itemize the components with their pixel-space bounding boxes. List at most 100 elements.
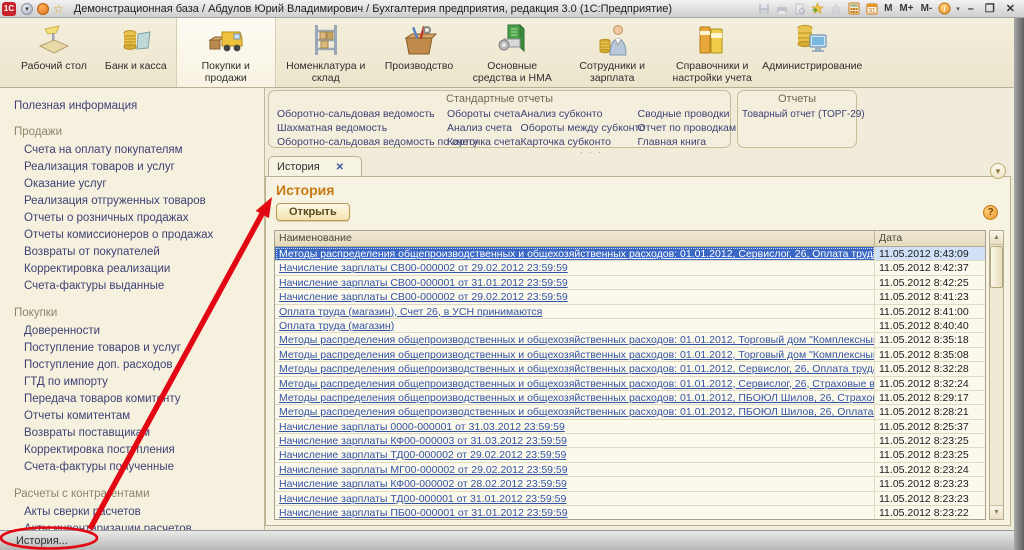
history-item-link[interactable]: Методы распределения общепроизводственны… [275, 405, 875, 418]
history-item-link[interactable]: Начисление зарплаты 0000-000001 от 31.03… [275, 420, 875, 433]
table-row[interactable]: Начисление зарплаты СВ00-000002 от 29.02… [275, 261, 985, 275]
sidebar-item[interactable]: Счета-фактуры полученные [24, 459, 258, 476]
memory-m-minus-button[interactable]: M- [920, 3, 934, 14]
scrollbar-thumb[interactable] [990, 246, 1003, 288]
sidebar-item[interactable]: Оказание услуг [24, 176, 258, 193]
history-item-link[interactable]: Начисление зарплаты СВ00-000001 от 31.01… [275, 276, 875, 289]
close-button[interactable]: ✕ [1003, 2, 1018, 15]
sidebar-item[interactable]: Счета на оплату покупателям [24, 142, 258, 159]
vertical-scrollbar[interactable]: ▲ ▼ [989, 230, 1004, 520]
table-row[interactable]: Начисление зарплаты КФ00-000003 от 31.03… [275, 434, 985, 448]
sidebar-item-useful-info[interactable]: Полезная информация [14, 100, 258, 112]
history-item-link[interactable]: Начисление зарплаты ПБ00-000001 от 31.01… [275, 506, 875, 519]
history-item-link[interactable]: Начисление зарплаты КФ00-000002 от 28.02… [275, 477, 875, 490]
history-item-link[interactable]: Оплата труда (магазин) [275, 319, 875, 332]
service-button[interactable] [37, 3, 49, 15]
history-item-link[interactable]: Начисление зарплаты СВ00-000002 от 29.02… [275, 290, 875, 303]
report-link[interactable]: Обороты между субконто [521, 121, 638, 135]
section-tab-9[interactable]: Администрирование [762, 18, 862, 87]
report-link[interactable]: Товарный отчет (ТОРГ-29) [742, 108, 852, 122]
history-item-link[interactable]: Начисление зарплаты ТД00-000001 от 31.01… [275, 492, 875, 505]
report-link[interactable]: Анализ субконто [521, 107, 638, 121]
section-tab-6[interactable]: Основные средства и НМА [462, 18, 562, 87]
calendar-icon[interactable]: 31 [865, 2, 878, 15]
column-header-date[interactable]: Дата [875, 231, 985, 246]
sidebar-item[interactable]: Поступление товаров и услуг [24, 340, 258, 357]
sidebar-item[interactable]: Передача товаров комитенту [24, 391, 258, 408]
open-button[interactable]: Открыть [276, 203, 350, 221]
table-row[interactable]: Начисление зарплаты СВ00-000001 от 31.01… [275, 276, 985, 290]
sidebar-item[interactable]: Реализация отгруженных товаров [24, 193, 258, 210]
table-row[interactable]: Начисление зарплаты ПБ00-000001 от 31.01… [275, 506, 985, 520]
main-menu-button[interactable]: ▾ [21, 3, 33, 15]
history-item-link[interactable]: Методы распределения общепроизводственны… [275, 391, 875, 404]
report-link[interactable]: Сводные проводки [638, 107, 726, 121]
table-row[interactable]: Методы распределения общепроизводственны… [275, 377, 985, 391]
table-row[interactable]: Начисление зарплаты СВ00-000002 от 29.02… [275, 290, 985, 304]
scroll-up-icon[interactable]: ▲ [990, 231, 1003, 245]
sidebar-item[interactable]: Корректировка реализации [24, 261, 258, 278]
add-favorite-icon[interactable] [811, 2, 824, 15]
sidebar-item[interactable]: Возвраты от покупателей [24, 244, 258, 261]
history-item-link[interactable]: Методы распределения общепроизводственны… [275, 377, 875, 390]
history-item-link[interactable]: Начисление зарплаты СВ00-000002 от 29.02… [275, 261, 875, 274]
scroll-down-icon[interactable]: ▼ [990, 505, 1003, 519]
history-item-link[interactable]: Методы распределения общепроизводственны… [275, 348, 875, 361]
section-tab-2[interactable]: Банк и касса [96, 18, 176, 87]
section-tab-4[interactable]: Номенклатура и склад [276, 18, 376, 87]
sidebar-item[interactable]: Доверенности [24, 323, 258, 340]
sidebar-item[interactable]: Счета-фактуры выданные [24, 278, 258, 295]
table-row[interactable]: Начисление зарплаты 0000-000001 от 31.03… [275, 420, 985, 434]
table-row[interactable]: Методы распределения общепроизводственны… [275, 391, 985, 405]
sidebar-item[interactable]: Акты инвентаризации расчетов [24, 521, 258, 530]
sidebar-item[interactable]: ГТД по импорту [24, 374, 258, 391]
table-row[interactable]: Начисление зарплаты ТД00-000002 от 29.02… [275, 448, 985, 462]
report-link[interactable]: Карточка счета [447, 135, 521, 149]
column-header-name[interactable]: Наименование [275, 231, 875, 246]
history-item-link[interactable]: Методы распределения общепроизводственны… [275, 333, 875, 346]
minimize-button[interactable]: – [965, 3, 977, 15]
memory-m-button[interactable]: M [883, 3, 893, 14]
table-row[interactable]: Методы распределения общепроизводственны… [275, 247, 985, 261]
table-row[interactable]: Оплата труда (магазин)11.05.2012 8:40:40 [275, 319, 985, 333]
table-row[interactable]: Методы распределения общепроизводственны… [275, 348, 985, 362]
history-item-link[interactable]: Начисление зарплаты КФ00-000003 от 31.03… [275, 434, 875, 447]
tab-list-chevron-icon[interactable]: ▼ [990, 163, 1006, 179]
report-link[interactable]: Шахматная ведомость [277, 121, 447, 135]
table-row[interactable]: Методы распределения общепроизводственны… [275, 405, 985, 419]
section-tab-8[interactable]: Справочники и настройки учета [662, 18, 762, 87]
print-icon[interactable] [775, 2, 788, 15]
table-row[interactable]: Начисление зарплаты МГ00-000002 от 29.02… [275, 463, 985, 477]
preview-icon[interactable] [793, 2, 806, 15]
report-link[interactable]: Главная книга [638, 135, 726, 149]
table-row[interactable]: Начисление зарплаты КФ00-000002 от 28.02… [275, 477, 985, 491]
sidebar-item[interactable]: Акты сверки расчетов [24, 504, 258, 521]
report-link[interactable]: Анализ счета [447, 121, 521, 135]
section-tab-5[interactable]: Производство [376, 18, 462, 87]
favorites-star-icon[interactable]: ☆ [53, 2, 64, 16]
table-row[interactable]: Начисление зарплаты ТД00-000001 от 31.01… [275, 492, 985, 506]
tab-close-icon[interactable]: ✕ [336, 162, 344, 173]
memory-m-plus-button[interactable]: M+ [898, 3, 914, 14]
tab-history[interactable]: История ✕ [268, 156, 362, 177]
history-item-link[interactable]: Методы распределения общепроизводственны… [275, 247, 875, 260]
restore-button[interactable]: ❐ [982, 2, 998, 15]
report-link[interactable]: Отчет по проводкам [638, 121, 726, 135]
sidebar-item[interactable]: Реализация товаров и услуг [24, 159, 258, 176]
sidebar-item[interactable]: Отчеты комитентам [24, 408, 258, 425]
info-icon[interactable]: i [938, 2, 951, 15]
sidebar-item[interactable]: Отчеты комиссионеров о продажах [24, 227, 258, 244]
table-row[interactable]: Методы распределения общепроизводственны… [275, 333, 985, 347]
report-link[interactable]: Обороты счета [447, 107, 521, 121]
info-dropdown-caret-icon[interactable]: ▾ [956, 5, 960, 13]
report-link[interactable]: Оборотно-сальдовая ведомость [277, 107, 447, 121]
section-tab-1[interactable]: Рабочий стол [12, 18, 96, 87]
save-icon[interactable] [757, 2, 770, 15]
sidebar-item[interactable]: Отчеты о розничных продажах [24, 210, 258, 227]
sidebar-item[interactable]: Возвраты поставщикам [24, 425, 258, 442]
table-row[interactable]: Методы распределения общепроизводственны… [275, 362, 985, 376]
sidebar-item[interactable]: Поступление доп. расходов [24, 357, 258, 374]
section-tab-3[interactable]: Покупки и продажи [176, 18, 276, 87]
help-icon[interactable]: ? [983, 205, 998, 220]
history-item-link[interactable]: Начисление зарплаты ТД00-000002 от 29.02… [275, 448, 875, 461]
